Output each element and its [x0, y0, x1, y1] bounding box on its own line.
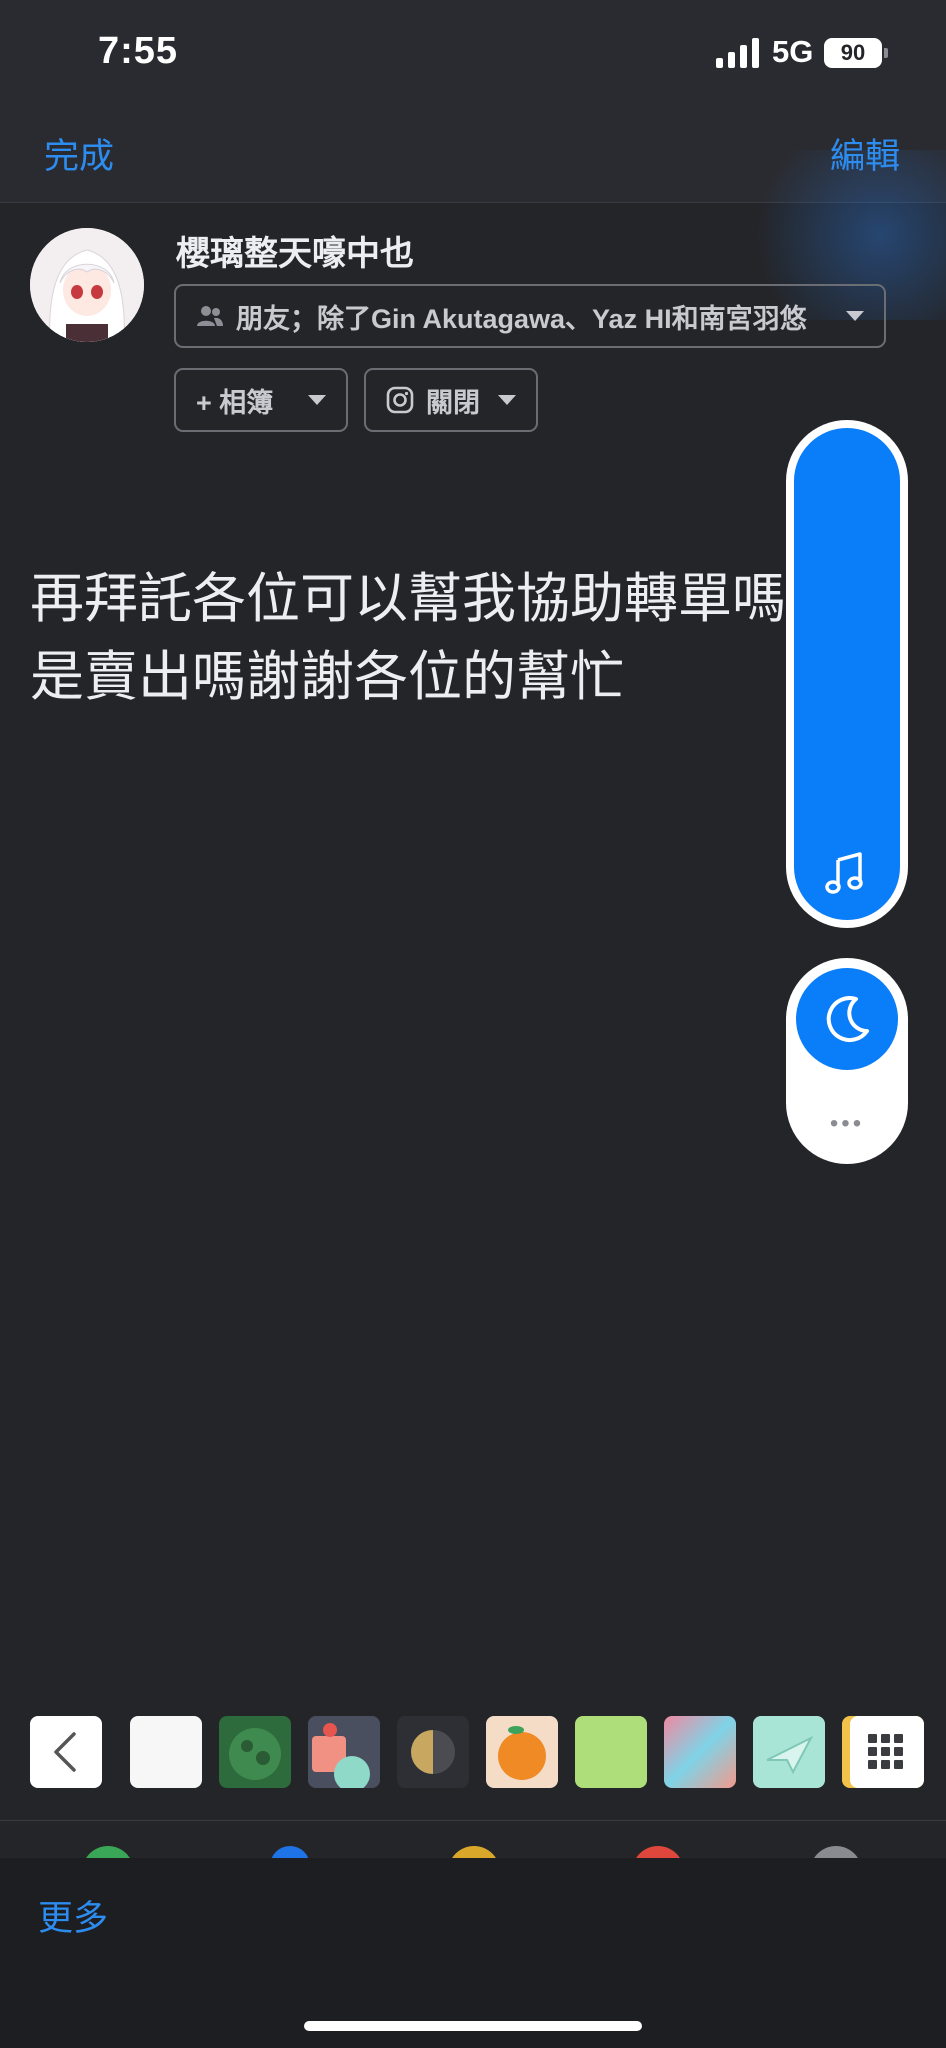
battery-icon: 90: [824, 38, 882, 68]
status-bar: 7:55 5G 90: [0, 0, 946, 110]
background-swatch: [664, 1716, 736, 1788]
chevron-left-icon: [54, 1732, 76, 1772]
background-swatch: [130, 1716, 202, 1788]
background-picker: [0, 1712, 946, 1802]
chevron-down-icon: [846, 311, 864, 321]
audience-selector[interactable]: 朋友；除了Gin Akutagawa、Yaz HI和南宮羽悠: [174, 284, 886, 348]
background-swatch: [575, 1716, 647, 1788]
post-text[interactable]: 再拜託各位可以幫我協助轉單嗎 是賣出嗎謝謝各位的幫忙: [30, 560, 860, 716]
back-button[interactable]: [30, 1716, 102, 1788]
grid-icon: [842, 1716, 924, 1788]
background-swatch: [397, 1716, 469, 1788]
chevron-down-icon: [498, 395, 516, 405]
network-type: 5G: [772, 34, 814, 69]
background-option-gradient[interactable]: [664, 1716, 736, 1788]
more-button[interactable]: 更多: [38, 1890, 108, 1941]
background-option-orange[interactable]: [486, 1716, 558, 1788]
instagram-selector[interactable]: 關閉: [364, 368, 538, 432]
battery-tip: [884, 48, 888, 58]
friends-icon: [197, 306, 223, 326]
more-dots-icon[interactable]: •••: [786, 1110, 908, 1138]
music-note-icon: [825, 852, 863, 894]
background-swatch: [308, 1716, 380, 1788]
background-option-fruit[interactable]: [308, 1716, 380, 1788]
author-name: 櫻璃整天嚎中也: [176, 235, 414, 273]
edit-button[interactable]: 編輯: [830, 128, 900, 179]
background-option-halfmoon[interactable]: [397, 1716, 469, 1788]
nav-bar: 完成 編輯: [0, 110, 946, 320]
instagram-label: 關閉: [426, 387, 480, 418]
done-button[interactable]: 完成: [44, 128, 114, 179]
status-time: 7:55: [98, 30, 179, 72]
background-swatch: [486, 1716, 558, 1788]
bottom-bar: 更多: [0, 1858, 946, 2048]
dark-mode-button[interactable]: [796, 968, 898, 1070]
instagram-icon: [386, 386, 414, 414]
home-indicator[interactable]: [304, 2021, 642, 2031]
floating-options-panel[interactable]: •••: [786, 958, 908, 1164]
music-slider[interactable]: [794, 428, 900, 920]
background-option-green[interactable]: [219, 1716, 291, 1788]
chevron-down-icon: [308, 395, 326, 405]
avatar[interactable]: [30, 228, 144, 342]
album-label: + 相簿: [196, 387, 274, 418]
background-option-white[interactable]: [130, 1716, 202, 1788]
background-grid-button[interactable]: [842, 1716, 924, 1788]
background-option-plane[interactable]: [753, 1716, 825, 1788]
floating-music-panel[interactable]: [786, 420, 908, 928]
album-selector[interactable]: + 相簿: [174, 368, 348, 432]
signal-icon: [716, 38, 759, 68]
avatar-illustration: [30, 228, 144, 342]
audience-label: 朋友；除了Gin Akutagawa、Yaz HI和南宮羽悠: [236, 303, 807, 334]
divider: [0, 1820, 946, 1821]
background-swatch: [219, 1716, 291, 1788]
background-swatch: [753, 1716, 825, 1788]
moon-icon: [826, 996, 869, 1042]
background-option-lime[interactable]: [575, 1716, 647, 1788]
